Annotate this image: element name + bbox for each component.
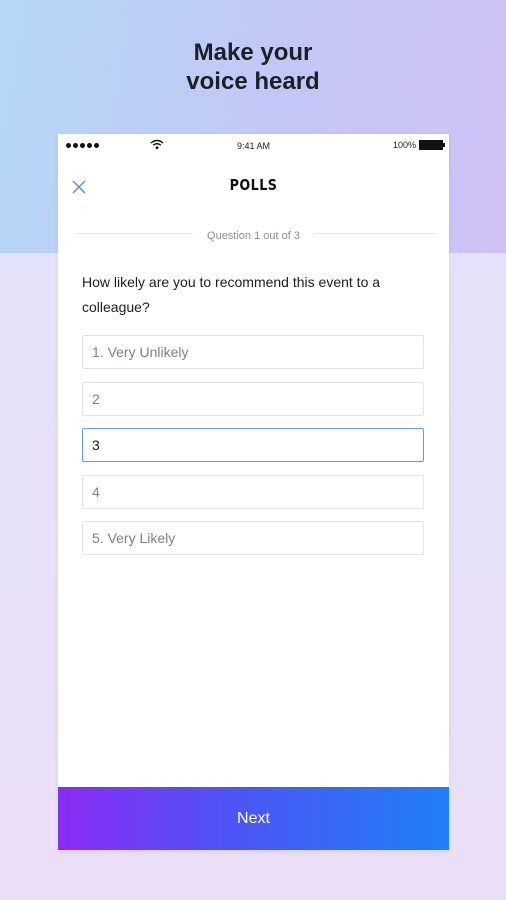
question-text: How likely are you to recommend this eve… — [82, 274, 381, 315]
promo-headline: Make your voice heard — [0, 38, 506, 96]
next-button-label: Next — [237, 809, 270, 827]
status-time: 9:41 AM — [236, 141, 271, 151]
option-4[interactable]: 4 — [82, 475, 424, 509]
question-progress: Question 1 out of 3 — [58, 226, 449, 244]
nav-bar: POLLS — [58, 164, 449, 208]
battery-percent: 100% — [392, 140, 416, 150]
battery-indicator: 100% — [392, 140, 445, 150]
option-2[interactable]: 2 — [82, 382, 424, 416]
option-label: 3 — [92, 437, 100, 453]
page-title: POLLS — [229, 176, 278, 194]
phone-screen: 9:41 AM 100% POLLS Question 1 out of 3 H… — [58, 134, 449, 850]
option-3-selected[interactable]: 3 — [82, 428, 424, 462]
status-bar: 9:41 AM 100% — [58, 134, 449, 158]
battery-icon — [419, 140, 445, 150]
option-label: 1. Very Unlikely — [92, 344, 189, 360]
question-progress-label: Question 1 out of 3 — [193, 230, 314, 242]
headline-line-2: voice heard — [186, 68, 320, 95]
headline-line-1: Make your — [193, 39, 313, 66]
option-label: 4 — [92, 484, 100, 500]
option-label: 5. Very Likely — [92, 530, 176, 546]
close-icon — [72, 180, 86, 194]
next-button[interactable]: Next — [58, 787, 449, 850]
option-1[interactable]: 1. Very Unlikely — [82, 335, 424, 369]
option-5[interactable]: 5. Very Likely — [82, 521, 424, 555]
option-label: 2 — [92, 391, 100, 407]
